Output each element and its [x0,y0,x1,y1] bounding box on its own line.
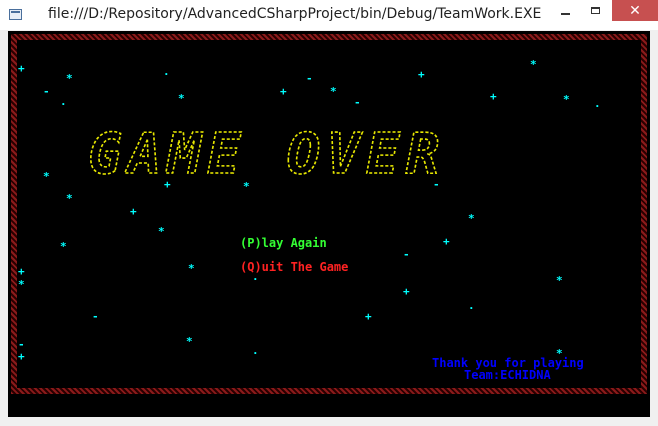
star: - [92,310,99,323]
window-titlebar[interactable]: file:///D:/Repository/AdvancedCSharpProj… [0,0,658,30]
star: + [403,285,410,298]
game-over-logo: GAME OVER [88,123,445,183]
star: + [418,68,425,81]
star: * [330,85,337,98]
star: * [530,58,537,71]
close-icon: ✕ [629,2,641,19]
window-title: file:///D:/Repository/AdvancedCSharpProj… [48,6,542,22]
quit-game-option[interactable]: (Q)uit The Game [240,260,348,274]
star: - [354,96,361,109]
star: · [468,302,475,315]
star: + [18,350,25,363]
star: * [18,278,25,291]
star: * [178,92,185,105]
star: * [563,93,570,106]
star: * [556,274,563,287]
star: * [66,192,73,205]
star: + [18,62,25,75]
star: - [403,248,410,261]
star: · [252,347,259,360]
star: - [306,72,313,85]
game-over-logo-text: GAME OVER [88,123,445,183]
maximize-icon [590,7,600,14]
star: · [252,273,259,286]
star: + [18,265,25,278]
star: * [188,262,195,275]
console-area[interactable]: + * · - + * - · * + * - + * · * + * - * + * * + * - * · * + + * · - + * - · * +… [8,31,650,417]
star: + [365,310,372,323]
maximize-button[interactable] [580,0,610,21]
play-again-option[interactable]: (P)lay Again [240,236,327,250]
star: * [66,72,73,85]
star: * [60,240,67,253]
star: · [594,100,601,113]
credits-team: Team:ECHIDNA [464,368,551,382]
star: - [43,85,50,98]
game-border-frame [11,34,647,394]
star: * [468,212,475,225]
minimize-button[interactable] [550,0,580,21]
star: * [43,170,50,183]
star: - [18,338,25,351]
star: · [163,68,170,81]
close-button[interactable]: ✕ [612,0,658,21]
star: + [443,235,450,248]
star: + [280,85,287,98]
star: · [60,98,67,111]
star: * [186,335,193,348]
minimize-icon [560,12,570,15]
console-app-icon[interactable] [9,9,22,20]
star: * [158,225,165,238]
star: + [130,205,137,218]
star: + [490,90,497,103]
